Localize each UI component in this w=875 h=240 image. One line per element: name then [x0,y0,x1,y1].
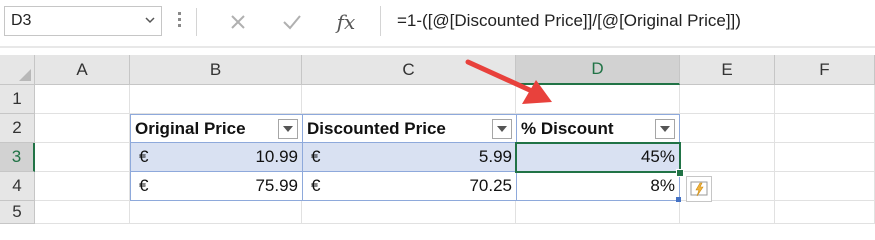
table-cell-b3[interactable]: € 10.99 [130,143,302,172]
chevron-down-icon[interactable] [145,16,155,24]
enter-check-icon[interactable] [278,8,306,36]
header-label: % Discount [521,119,614,138]
formula-bar: D3 fx =1-([@[Discounted Price]]/[@[Origi… [0,0,875,48]
cell-e2[interactable] [680,114,775,143]
table-cell-d4[interactable]: 8% [516,172,680,201]
cell-c1[interactable] [302,85,516,114]
cell-b5[interactable] [130,201,302,224]
table-cell-c3[interactable]: € 5.99 [302,143,516,172]
column-header-f[interactable]: F [775,55,875,85]
cell-a5[interactable] [35,201,130,224]
row-header-2[interactable]: 2 [0,114,35,143]
row-header-5[interactable]: 5 [0,201,35,224]
divider [196,8,197,36]
currency-symbol: € [139,176,149,195]
worksheet-grid: A B C D E F 1 2 3 4 5 Original Price Dis… [0,55,875,224]
filter-dropdown-icon[interactable] [278,119,298,139]
currency-symbol: € [311,176,321,195]
row-header-3[interactable]: 3 [0,143,35,172]
select-all-button[interactable] [0,55,35,85]
table-header-original-price[interactable]: Original Price [130,114,302,143]
column-header-a[interactable]: A [35,55,130,85]
filter-dropdown-icon[interactable] [492,119,512,139]
cell-a4[interactable] [35,172,130,201]
filter-dropdown-icon[interactable] [655,119,675,139]
insert-function-button[interactable]: fx [332,8,360,36]
divider [0,46,875,48]
cell-f2[interactable] [775,114,875,143]
column-header-b[interactable]: B [130,55,302,85]
fx-label: fx [336,10,356,34]
column-header-d[interactable]: D [516,55,680,85]
cell-f4[interactable] [775,172,875,201]
table-cell-b4[interactable]: € 75.99 [130,172,302,201]
currency-symbol: € [139,147,149,166]
cell-a3[interactable] [35,143,130,172]
header-label: Original Price [135,119,246,138]
discounted-price-value: 70.25 [469,176,512,195]
name-box[interactable]: D3 [4,6,162,36]
column-header-e[interactable]: E [680,55,775,85]
cell-a1[interactable] [35,85,130,114]
cell-e1[interactable] [680,85,775,114]
cell-e5[interactable] [680,201,775,224]
cell-b1[interactable] [130,85,302,114]
table-header-percent-discount[interactable]: % Discount [516,114,680,143]
fill-handle[interactable] [676,169,684,177]
column-header-c[interactable]: C [302,55,516,85]
flash-fill-icon[interactable] [686,176,712,202]
cell-d5[interactable] [516,201,680,224]
cell-d1[interactable] [516,85,680,114]
row-header-4[interactable]: 4 [0,172,35,201]
table-resize-handle[interactable] [676,197,681,202]
row-header-1[interactable]: 1 [0,85,35,114]
cancel-x-icon[interactable] [224,8,252,36]
header-label: Discounted Price [307,119,446,138]
cell-f1[interactable] [775,85,875,114]
cell-c5[interactable] [302,201,516,224]
table-header-discounted-price[interactable]: Discounted Price [302,114,516,143]
formula-input[interactable]: =1-([@[Discounted Price]]/[@[Original Pr… [380,6,875,36]
cell-e3[interactable] [680,143,775,172]
resize-dots-icon[interactable] [178,12,182,30]
currency-symbol: € [311,147,321,166]
table-cell-c4[interactable]: € 70.25 [302,172,516,201]
discount-value: 45% [640,147,675,166]
cell-a2[interactable] [35,114,130,143]
discount-value: 8% [650,176,675,195]
original-price-value: 75.99 [255,176,298,195]
name-box-value: D3 [11,12,32,29]
formula-text: =1-([@[Discounted Price]]/[@[Original Pr… [397,11,741,30]
original-price-value: 10.99 [255,147,298,166]
cell-f3[interactable] [775,143,875,172]
cell-f5[interactable] [775,201,875,224]
table-cell-d3[interactable]: 45% [516,143,680,172]
discounted-price-value: 5.99 [478,147,512,166]
